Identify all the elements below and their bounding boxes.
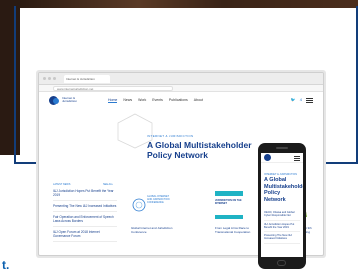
phone-kicker: INTERNET & JURISDICTION <box>264 173 298 176</box>
phone-menu-icon[interactable] <box>294 155 300 157</box>
window-minimize-dot[interactable] <box>48 77 51 80</box>
window-close-dot[interactable] <box>43 77 46 80</box>
nav-news[interactable]: News <box>123 98 132 103</box>
nav-home[interactable]: Home <box>108 98 118 103</box>
nav-publications[interactable]: Publications <box>169 98 188 103</box>
social-count: 4 <box>299 97 302 102</box>
phone-news-item[interactable]: OECD, Ottawa and Global Cyber Responsibl… <box>264 209 300 221</box>
news-header: LATEST NEWS SEE ALL <box>53 183 113 186</box>
hero-kicker: INTERNET & JURISDICTION <box>147 134 194 138</box>
jurisdiction-thumbnail[interactable] <box>215 191 243 221</box>
site-logo-icon[interactable] <box>49 95 59 105</box>
phone-news-item[interactable]: Presenting The New I&J Increased Initiat… <box>264 232 300 244</box>
site-nav: Internet & Jurisdiction Home News Work E… <box>39 92 323 108</box>
phone-device: INTERNET & JURISDICTION A Global Multist… <box>258 143 306 269</box>
menu-icon[interactable] <box>306 98 313 99</box>
phone-screen: INTERNET & JURISDICTION A Global Multist… <box>261 153 303 257</box>
address-bar: www.internetjurisdiction.net <box>39 85 323 92</box>
conference-art-text: GLOBAL INTERNET AND JURISDICTION CONFERE… <box>147 195 170 204</box>
nav-events[interactable]: Events <box>152 98 163 103</box>
news-item[interactable]: Fair Operation and Enforcement of Speech… <box>53 214 117 227</box>
site-logo-text: Internet & Jurisdiction <box>62 95 78 103</box>
phone-title: A Global Multistakeholder Policy Network <box>264 177 303 203</box>
news-item[interactable]: Presenting The New I&J Increased Initiat… <box>53 203 117 212</box>
nav-work[interactable]: Work <box>138 98 146 103</box>
window-maximize-dot[interactable] <box>53 77 56 80</box>
news-item[interactable]: I&J Open Forum at 2018 Internet Governan… <box>53 229 117 242</box>
jurisdiction-art-text: JURISDICTION ON THE INTERNET <box>215 199 242 205</box>
nav-about[interactable]: About <box>194 98 203 103</box>
phone-home-button[interactable] <box>277 260 286 266</box>
browser-chrome: Internet & Jurisdiction <box>39 73 323 85</box>
news-list: I&J Jurisdiction Hopes Put Benefit the Y… <box>53 188 117 242</box>
feature-caption[interactable]: From Legal Arms Race to Transnational Co… <box>215 226 259 235</box>
url-field[interactable]: www.internetjurisdiction.net <box>53 86 173 91</box>
phone-news-list: OECD, Ottawa and Global Cyber Responsibl… <box>261 203 303 244</box>
feature-caption[interactable]: Global Internet and Jurisdiction Confere… <box>131 226 175 235</box>
phone-logo-icon[interactable] <box>264 154 271 161</box>
social-links: 🐦 4 <box>291 97 313 102</box>
phone-speaker <box>276 147 288 149</box>
latest-news-label: LATEST NEWS <box>53 183 71 186</box>
news-item[interactable]: I&J Jurisdiction Hopes Put Benefit the Y… <box>53 188 117 201</box>
see-all-link[interactable]: SEE ALL <box>103 183 113 186</box>
phone-nav <box>261 153 303 163</box>
corner-text: t. <box>2 258 10 272</box>
nav-links: Home News Work Events Publications About <box>108 98 203 103</box>
twitter-icon[interactable]: 🐦 <box>291 97 296 102</box>
browser-tab[interactable]: Internet & Jurisdiction <box>64 74 110 83</box>
phone-news-item[interactable]: I&J Jurisdiction Hopes Put Benefit the Y… <box>264 221 300 233</box>
